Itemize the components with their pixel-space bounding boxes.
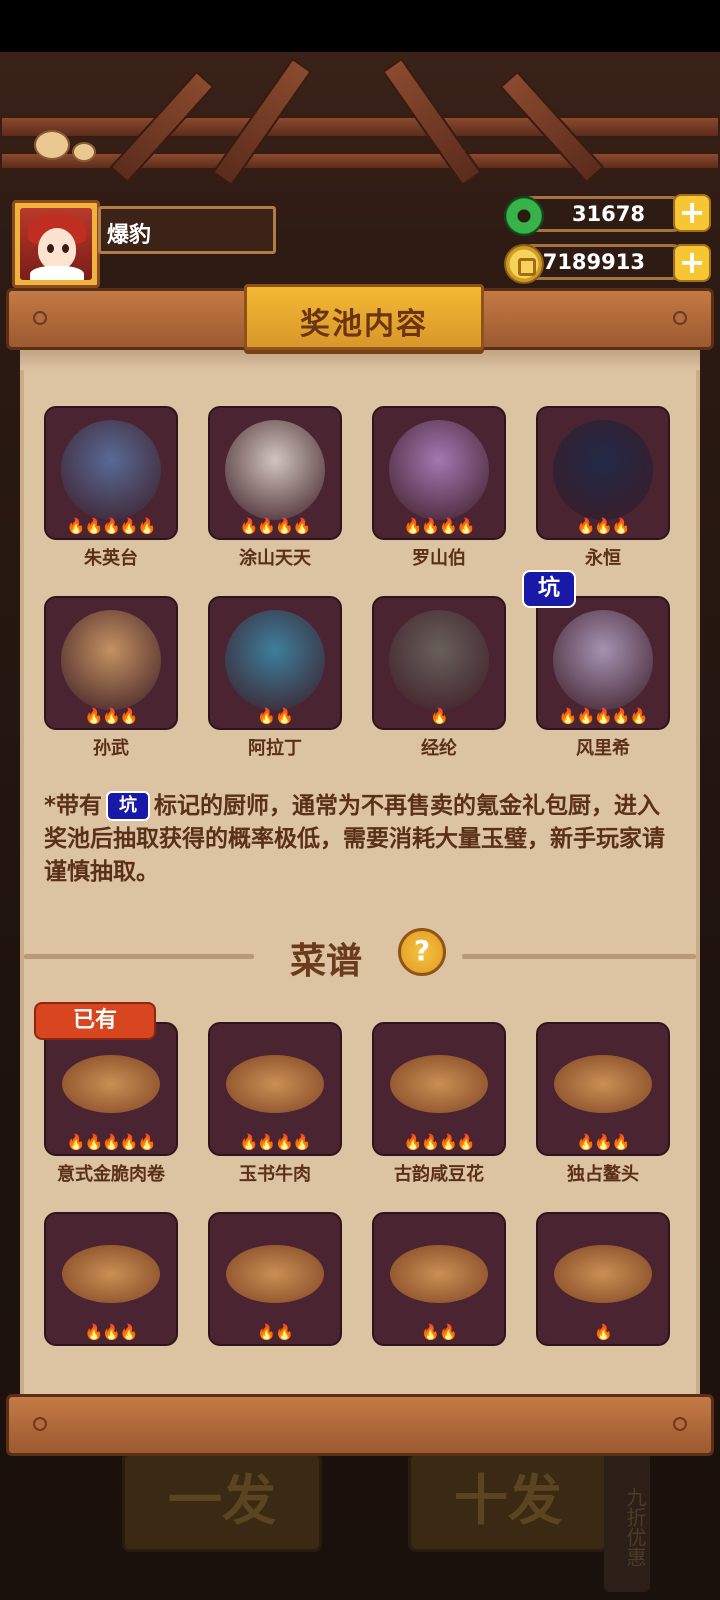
recipe-card[interactable]: 🔥🔥🔥🔥🔥 <box>44 1022 178 1156</box>
dish-image <box>390 1054 488 1113</box>
keng-tag-inline: 坑 <box>106 791 151 821</box>
chef-name: 风里希 <box>576 738 630 759</box>
star-rating: 🔥🔥 <box>257 707 293 725</box>
chef-portrait <box>225 420 325 521</box>
divider-right <box>462 954 696 959</box>
dish-image <box>226 1244 324 1303</box>
chef-portrait <box>553 420 653 521</box>
owned-badge: 已有 <box>34 1002 156 1040</box>
single-draw-button[interactable]: 一发 <box>122 1452 322 1552</box>
chef-portrait <box>61 610 161 711</box>
dish-image <box>554 1054 652 1113</box>
scroll-bottom-rail <box>6 1394 714 1456</box>
star-rating: 🔥🔥🔥🔥 <box>239 517 312 535</box>
dish-image <box>62 1244 160 1303</box>
coin-icon <box>504 244 544 284</box>
chef-name: 罗山伯 <box>412 548 466 569</box>
dish-image <box>554 1244 652 1303</box>
chef-card[interactable]: 🔥🔥🔥 <box>536 406 670 540</box>
star-rating: 🔥🔥🔥 <box>576 517 630 535</box>
star-rating: 🔥🔥🔥 <box>84 707 138 725</box>
chef-portrait <box>61 420 161 521</box>
discount-tag: 九折优惠 <box>604 1452 650 1592</box>
star-rating: 🔥🔥🔥🔥🔥 <box>66 1133 156 1151</box>
chef-name: 永恒 <box>585 548 621 569</box>
jade-value: 31678 <box>571 202 645 226</box>
divider-left <box>24 954 254 959</box>
recipe-card[interactable]: 🔥🔥🔥 <box>44 1212 178 1346</box>
recipe-name: 意式金脆肉卷 <box>57 1164 165 1185</box>
star-rating: 🔥🔥 <box>421 1323 457 1341</box>
player-name: 爆豹 <box>107 223 152 248</box>
star-rating: 🔥🔥🔥🔥 <box>403 1133 476 1151</box>
panel-title-text: 奖池内容 <box>300 307 428 342</box>
chef-name: 阿拉丁 <box>248 738 302 759</box>
chef-card[interactable]: 🔥 <box>372 596 506 730</box>
star-rating: 🔥🔥🔥🔥 <box>239 1133 312 1151</box>
recipe-name: 玉书牛肉 <box>239 1164 311 1185</box>
chick-decoration <box>72 142 96 162</box>
chef-name: 经纶 <box>421 738 457 759</box>
recipe-card[interactable]: 🔥🔥🔥🔥 <box>208 1022 342 1156</box>
keng-note: *带有坑标记的厨师，通常为不再售卖的氪金礼包厨，进入奖池后抽取获得的概率极低，需… <box>44 790 674 889</box>
chef-name: 涂山天天 <box>239 548 311 569</box>
recipe-card[interactable]: 🔥🔥 <box>208 1212 342 1346</box>
recipe-name: 独占鳌头 <box>567 1164 639 1185</box>
gacha-pool-screen: 爆豹 31678 + 47189913 + 一发 十发 九折优惠 奖池内容 🔥🔥… <box>0 0 720 1600</box>
star-rating: 🔥🔥🔥 <box>576 1133 630 1151</box>
recipe-name: 古韵咸豆花 <box>394 1164 484 1185</box>
chef-portrait <box>389 610 489 711</box>
help-button[interactable]: ? <box>398 928 446 976</box>
chef-name: 孙武 <box>93 738 129 759</box>
coin-value: 47189913 <box>528 250 645 274</box>
star-rating: 🔥🔥🔥🔥 <box>403 517 476 535</box>
roof-beams <box>0 52 720 192</box>
star-rating: 🔥🔥🔥🔥🔥 <box>66 517 156 535</box>
player-avatar[interactable] <box>12 200 100 288</box>
note-prefix: *带有 <box>44 793 103 819</box>
player-name-plate: 爆豹 <box>98 206 276 254</box>
chef-card[interactable]: 🔥🔥🔥🔥🔥 <box>536 596 670 730</box>
chef-portrait <box>553 610 653 711</box>
recipe-card[interactable]: 🔥 <box>536 1212 670 1346</box>
chef-portrait <box>389 420 489 521</box>
dish-image <box>226 1054 324 1113</box>
chef-name: 朱英台 <box>84 548 138 569</box>
add-jade-button[interactable]: + <box>673 194 711 232</box>
star-rating: 🔥🔥 <box>257 1323 293 1341</box>
chef-card[interactable]: 🔥🔥 <box>208 596 342 730</box>
dish-image <box>62 1054 160 1113</box>
dish-image <box>390 1244 488 1303</box>
keng-tag: 坑 <box>522 570 576 608</box>
chef-card[interactable]: 🔥🔥🔥🔥🔥 <box>44 406 178 540</box>
chef-card[interactable]: 🔥🔥🔥 <box>44 596 178 730</box>
star-rating: 🔥🔥🔥 <box>84 1323 138 1341</box>
status-bar <box>0 0 720 52</box>
recipes-title: 菜谱 <box>290 941 363 982</box>
add-coins-button[interactable]: + <box>673 244 711 282</box>
chef-portrait <box>225 610 325 711</box>
jade-icon <box>504 196 544 236</box>
pool-content-title: 奖池内容 <box>244 284 484 350</box>
star-rating: 🔥🔥🔥🔥🔥 <box>558 707 648 725</box>
chef-card[interactable]: 🔥🔥🔥🔥 <box>372 406 506 540</box>
recipe-card[interactable]: 🔥🔥 <box>372 1212 506 1346</box>
chick-decoration <box>34 130 70 160</box>
ten-draw-button[interactable]: 十发 <box>408 1452 608 1552</box>
recipe-card[interactable]: 🔥🔥🔥🔥 <box>372 1022 506 1156</box>
star-rating: 🔥 <box>430 707 449 725</box>
chef-card[interactable]: 🔥🔥🔥🔥 <box>208 406 342 540</box>
star-rating: 🔥 <box>594 1323 613 1341</box>
recipe-card[interactable]: 🔥🔥🔥 <box>536 1022 670 1156</box>
